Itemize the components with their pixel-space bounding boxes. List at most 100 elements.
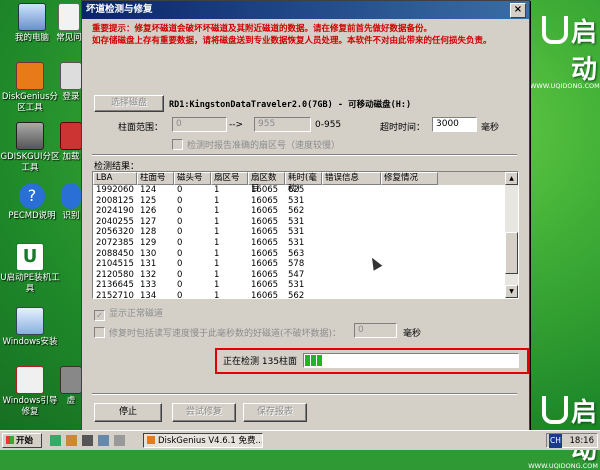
column-header[interactable]: 错误信息 xyxy=(322,172,381,185)
cyl-to-input[interactable]: 955 xyxy=(254,117,311,132)
quicklaunch-icon[interactable] xyxy=(82,435,93,446)
column-header[interactable]: 耗时(毫秒) xyxy=(285,172,322,194)
table-cell: 2152710 xyxy=(96,290,134,299)
table-row[interactable]: 2120580 132 0 1 16065 547 xyxy=(93,270,518,281)
table-cell: 0 xyxy=(177,248,183,259)
quicklaunch-icon[interactable] xyxy=(114,435,125,446)
table-cell: 578 xyxy=(288,259,305,270)
results-table[interactable]: LBA 柱面号 磁头号 扇区号 扇区数目 耗时(毫秒) 错误信息 修复情况 1992060 12… xyxy=(92,171,519,299)
table-row[interactable]: 1992060 124 0 1 16065 625 xyxy=(93,185,518,196)
checkbox-icon[interactable] xyxy=(172,139,183,150)
vertical-scrollbar[interactable]: ▲ ▼ xyxy=(505,172,518,298)
warning-line-1: 重要提示：修复坏磁道会破坏坏磁道及其附近磁道的数据。请在修复前首先做好数据备份。 xyxy=(92,24,433,34)
icon-label: Windows安装 xyxy=(2,337,58,347)
table-cell: 531 xyxy=(288,195,305,206)
gdiskgui-icon[interactable]: GDISKGUI分区工具 xyxy=(0,122,60,174)
table-row[interactable]: 2088450 130 0 1 16065 563 xyxy=(93,249,518,260)
table-cell: 2120580 xyxy=(96,269,134,280)
scroll-up-icon[interactable]: ▲ xyxy=(505,172,518,185)
start-label: 开始 xyxy=(16,436,34,446)
scroll-down-icon[interactable]: ▼ xyxy=(505,285,518,298)
timeout-label: 超时时间： xyxy=(380,123,426,133)
table-cell: 0 xyxy=(177,290,183,299)
diskgenius-icon[interactable]: DiskGenius分区工具 xyxy=(0,62,60,114)
table-cell: 130 xyxy=(140,248,157,259)
table-row[interactable]: 2136645 133 0 1 16065 531 xyxy=(93,280,518,291)
table-cell: 134 xyxy=(140,290,157,299)
column-header[interactable]: 扇区号 xyxy=(211,172,248,185)
table-cell: 16065 xyxy=(251,227,279,238)
progress-fill xyxy=(305,355,322,366)
timeout-input[interactable]: 3000 xyxy=(432,117,477,132)
pe-installer-icon[interactable]: U U启动PE装机工具 xyxy=(0,243,60,295)
table-row[interactable]: 2008125 125 0 1 16065 531 xyxy=(93,196,518,207)
table-cell: 531 xyxy=(288,280,305,291)
quicklaunch-icon[interactable] xyxy=(50,435,61,446)
show-normal-checkbox[interactable]: ✓ 显示正常磁道 xyxy=(94,306,163,321)
close-icon[interactable]: × xyxy=(510,3,526,18)
table-cell xyxy=(381,291,438,298)
table-row[interactable]: 2104515 131 0 1 16065 578 xyxy=(93,259,518,270)
stop-button[interactable]: 停止 xyxy=(94,403,162,422)
table-cell xyxy=(322,196,381,207)
repair-slow-checkbox[interactable]: 修复时包括读写速度慢于此毫秒数的好磁道(不破坏数据)： xyxy=(94,326,341,339)
table-cell: 2072385 xyxy=(96,237,134,248)
table-cell xyxy=(322,227,381,238)
table-row[interactable]: 2040255 127 0 1 16065 531 xyxy=(93,217,518,228)
taskbar-diskgenius-button[interactable]: DiskGenius V4.6.1 免费... xyxy=(143,433,263,448)
progress-segment xyxy=(317,355,322,366)
icon-label: 识别 xyxy=(62,211,80,221)
icon-label: 我的电脑 xyxy=(14,33,49,43)
table-row[interactable]: 2072385 129 0 1 16065 531 xyxy=(93,238,518,249)
table-cell: 16065 xyxy=(251,195,279,206)
table-cell xyxy=(322,270,381,281)
save-report-button[interactable]: 保存报表 xyxy=(243,403,307,422)
system-tray: CH 18:16 xyxy=(546,433,598,448)
table-cell xyxy=(381,185,438,196)
quicklaunch-icon[interactable] xyxy=(98,435,109,446)
progress-segment xyxy=(305,355,310,366)
window-titlebar[interactable]: 坏道检测与修复 × xyxy=(82,1,529,19)
checkbox-checked-icon[interactable]: ✓ xyxy=(94,310,105,321)
select-disk-button[interactable]: 选择磁盘 xyxy=(94,95,164,112)
windows-install-icon[interactable]: Windows安装 xyxy=(0,307,60,348)
lang-indicator[interactable]: CH xyxy=(549,434,562,448)
table-cell: 0 xyxy=(177,269,183,280)
table-cell: 562 xyxy=(288,290,305,299)
cyl-from-input[interactable]: 0 xyxy=(172,117,227,132)
table-row[interactable]: 2152710 134 0 1 16065 562 xyxy=(93,290,518,299)
column-header[interactable]: 磁头号 xyxy=(174,172,211,185)
table-cell xyxy=(381,217,438,228)
table-cell: 1 xyxy=(214,227,220,238)
table-cell xyxy=(381,196,438,207)
table-cell: 16065 xyxy=(251,259,279,270)
scroll-thumb[interactable] xyxy=(505,232,518,274)
pecmd-help-icon[interactable]: ? PECMD说明 xyxy=(2,183,62,222)
checkbox-icon[interactable] xyxy=(94,327,105,338)
column-header[interactable]: LBA xyxy=(93,172,137,185)
boot-repair-icon[interactable]: Windows引导修复 xyxy=(0,366,60,418)
column-header[interactable]: 扇区数目 xyxy=(248,172,285,194)
column-header[interactable]: 柱面号 xyxy=(137,172,174,185)
table-cell xyxy=(322,217,381,228)
start-button[interactable]: 开始 xyxy=(2,433,42,448)
table-cell: 2088450 xyxy=(96,248,134,259)
table-cell: 1 xyxy=(214,216,220,227)
table-cell: 1 xyxy=(214,237,220,248)
report-sector-label: 检测时报告准确的扇区号（速度较慢） xyxy=(187,141,341,151)
table-cell xyxy=(322,206,381,217)
table-row[interactable]: 2024190 126 0 1 16065 562 xyxy=(93,206,518,217)
report-sector-checkbox[interactable]: 检测时报告准确的扇区号（速度较慢） xyxy=(172,138,340,151)
table-cell: 625 xyxy=(288,185,305,195)
table-cell: 1 xyxy=(214,280,220,291)
table-cell: 0 xyxy=(177,216,183,227)
table-cell: 563 xyxy=(288,248,305,259)
repair-slow-input[interactable]: 0 xyxy=(354,323,397,338)
table-cell: 1 xyxy=(214,195,220,206)
quicklaunch-icon[interactable] xyxy=(66,435,77,446)
table-cell xyxy=(322,291,381,298)
try-repair-button[interactable]: 尝试修复 xyxy=(172,403,236,422)
column-header[interactable]: 修复情况 xyxy=(381,172,438,185)
warning-line-2: 如存储磁盘上存有重要数据，请将磁盘送到专业数据恢复人员处理。本软件不对由此带来的… xyxy=(92,36,492,46)
table-row[interactable]: 2056320 128 0 1 16065 531 xyxy=(93,227,518,238)
